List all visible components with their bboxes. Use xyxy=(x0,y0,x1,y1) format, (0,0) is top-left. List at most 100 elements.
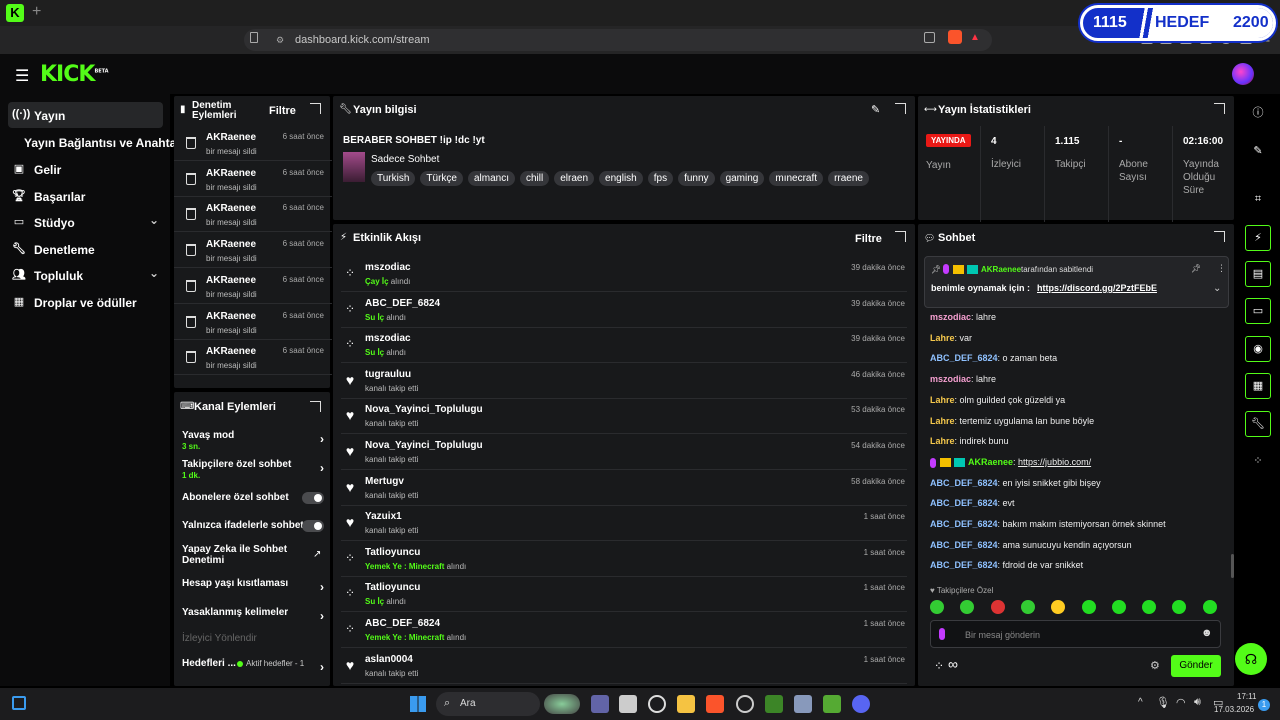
slow-mode-row[interactable]: Yavaş mod 3 sn. › xyxy=(182,430,324,451)
subs-only-toggle[interactable] xyxy=(302,492,324,504)
sidebar-item-studyo[interactable]: ▭ Stüdyo ⌄ xyxy=(8,209,163,235)
chat-expand-icon[interactable] xyxy=(1214,231,1225,242)
activity-user[interactable]: Tatlioyuncu xyxy=(365,582,420,593)
brave-shield-icon[interactable] xyxy=(948,30,962,44)
emote-icon[interactable] xyxy=(990,600,1005,614)
chat-username[interactable]: Lahre xyxy=(930,333,955,343)
modlog-user[interactable]: AKRaenee xyxy=(206,275,256,286)
emoji-picker-icon[interactable]: ☻ xyxy=(1201,627,1213,639)
emote-icon[interactable] xyxy=(1172,600,1187,614)
emote-icon[interactable] xyxy=(1142,600,1157,614)
brave-browser-icon[interactable] xyxy=(706,695,724,713)
edit-icon[interactable]: ✎ xyxy=(1245,139,1271,165)
tag-pill[interactable]: rraene xyxy=(828,171,869,186)
sidebar-item-droplar[interactable]: ▦ Droplar ve ödüller xyxy=(8,289,163,315)
chat-username[interactable]: ABC_DEF_6824 xyxy=(930,560,998,570)
app-icon[interactable] xyxy=(619,695,637,713)
chat-rail-icon[interactable]: ▭ xyxy=(1245,298,1271,324)
taskbar-search[interactable]: ⌕ Ara xyxy=(436,692,540,716)
ai-mod-row[interactable]: Yapay Zeka ile Sohbet Denetimi xyxy=(182,544,292,566)
external-link-icon[interactable]: ↗ xyxy=(313,549,321,560)
sidebar-item-gelir[interactable]: ▣ Gelir xyxy=(8,156,163,182)
emote-icon[interactable] xyxy=(960,600,975,614)
edit-pencil-icon[interactable]: ✎ xyxy=(871,103,880,116)
modlog-user[interactable]: AKRaenee xyxy=(206,168,256,179)
chat-settings-gear-icon[interactable]: ⚙ xyxy=(1150,659,1160,672)
hamburger-menu-icon[interactable]: ☰ xyxy=(15,66,29,86)
brave-rewards-icon[interactable]: ▲ xyxy=(970,32,980,43)
chat-input[interactable]: Bir mesaj gönderin ☻ xyxy=(930,620,1221,648)
activity-expand-icon[interactable] xyxy=(895,231,906,242)
sidebar-item-denetleme[interactable]: 🔧︎ Denetleme xyxy=(8,236,163,262)
chat-username[interactable]: Lahre xyxy=(930,416,955,426)
sidebar-item-stream-key[interactable]: Yayın Bağlantısı ve Anahtarı xyxy=(8,129,184,155)
photos-icon[interactable] xyxy=(794,695,812,713)
points-rail-icon[interactable]: ⁘ xyxy=(1245,449,1271,475)
activity-user[interactable]: Mertugv xyxy=(365,476,404,487)
emote-icon[interactable] xyxy=(1051,600,1066,614)
tag-pill[interactable]: Türkçe xyxy=(420,171,463,186)
clock-time[interactable]: 17:11 xyxy=(1237,692,1256,701)
file-explorer-icon[interactable] xyxy=(677,695,695,713)
infinity-icon[interactable]: ∞ xyxy=(948,656,958,672)
tag-pill[interactable]: funny xyxy=(678,171,715,186)
lightning-icon[interactable]: ⚡︎ xyxy=(1245,225,1271,251)
url-text[interactable]: dashboard.kick.com/stream xyxy=(295,34,430,46)
chat-username[interactable]: Lahre xyxy=(930,436,955,446)
tag-pill[interactable]: english xyxy=(599,171,643,186)
modlog-expand-icon[interactable] xyxy=(310,103,321,114)
unpin-icon[interactable]: 📌︎ xyxy=(1191,264,1201,273)
notification-badge[interactable]: 1 xyxy=(1258,699,1270,711)
channel-actions-expand-icon[interactable] xyxy=(310,401,321,412)
chatgpt-icon[interactable] xyxy=(648,695,666,713)
teams-icon[interactable] xyxy=(591,695,609,713)
send-button[interactable]: Gönder xyxy=(1171,655,1221,677)
bookmark-icon[interactable] xyxy=(250,32,258,43)
stats-expand-icon[interactable] xyxy=(1214,103,1225,114)
media-icon[interactable]: ▦ xyxy=(1245,373,1271,399)
chat-text[interactable]: https://jubbio.com/ xyxy=(1018,457,1091,467)
activity-filter-button[interactable]: Filtre xyxy=(855,233,882,245)
activity-user[interactable]: Yazuix1 xyxy=(365,511,402,522)
screenshot-icon[interactable]: ⌗ xyxy=(1245,187,1271,213)
chat-username[interactable]: mszodiac xyxy=(930,312,971,322)
activity-user[interactable]: mszodiac xyxy=(365,262,411,273)
activity-user[interactable]: ABC_DEF_6824 xyxy=(365,618,440,629)
search-highlight-image[interactable] xyxy=(544,694,580,714)
sidebar-item-yayin[interactable]: ((·)) Yayın xyxy=(8,102,163,128)
new-tab-button[interactable]: + xyxy=(32,3,41,21)
emote-icon[interactable] xyxy=(1020,600,1035,614)
pinned-link[interactable]: https://discord.gg/2PztFEbE xyxy=(1037,283,1157,293)
tag-pill[interactable]: mınecraft xyxy=(769,171,824,186)
notes-icon[interactable]: ▤ xyxy=(1245,261,1271,287)
followers-only-row[interactable]: Takipçilere özel sohbet 1 dk. › xyxy=(182,459,324,480)
emote-icon[interactable] xyxy=(1111,600,1126,614)
wifi-icon[interactable]: ◠ xyxy=(1176,696,1186,709)
chat-scrollbar[interactable] xyxy=(1231,554,1234,578)
minecraft-launcher-icon[interactable] xyxy=(823,695,841,713)
share-icon[interactable] xyxy=(924,32,935,43)
activity-user[interactable]: Tatlioyuncu xyxy=(365,547,420,558)
microphone-icon[interactable]: 🎙︎ xyxy=(1156,696,1170,709)
app2-icon[interactable] xyxy=(736,695,754,713)
more-options-icon[interactable]: ⋮ xyxy=(1217,263,1226,274)
kick-tab-favicon[interactable]: K xyxy=(6,4,24,22)
tag-pill[interactable]: Turkish xyxy=(371,171,416,186)
chat-username[interactable]: ABC_DEF_6824 xyxy=(930,478,998,488)
emote-icon[interactable] xyxy=(1202,600,1217,614)
activity-user[interactable]: Nova_Yayinci_Toplulugu xyxy=(365,440,483,451)
site-settings-icon[interactable]: ⚙ xyxy=(276,35,284,46)
chat-username[interactable]: AKRaenee xyxy=(968,457,1013,467)
discord-icon[interactable] xyxy=(852,695,870,713)
sidebar-item-basarilar[interactable]: 🏆︎ Başarılar xyxy=(8,183,163,209)
activity-user[interactable]: Nova_Yayinci_Toplulugu xyxy=(365,404,483,415)
emote-icon[interactable] xyxy=(1081,600,1096,614)
points-icon[interactable]: ⁘ xyxy=(934,659,944,673)
chat-username[interactable]: ABC_DEF_6824 xyxy=(930,519,998,529)
tag-pill[interactable]: fps xyxy=(647,171,674,186)
age-restriction-row[interactable]: Hesap yaşı kısıtlaması › xyxy=(182,578,324,594)
activity-user[interactable]: aslan0004 xyxy=(365,654,413,665)
widgets-icon[interactable] xyxy=(12,696,26,710)
modlog-filter-button[interactable]: Filtre xyxy=(269,105,296,117)
user-avatar[interactable] xyxy=(1232,63,1254,85)
